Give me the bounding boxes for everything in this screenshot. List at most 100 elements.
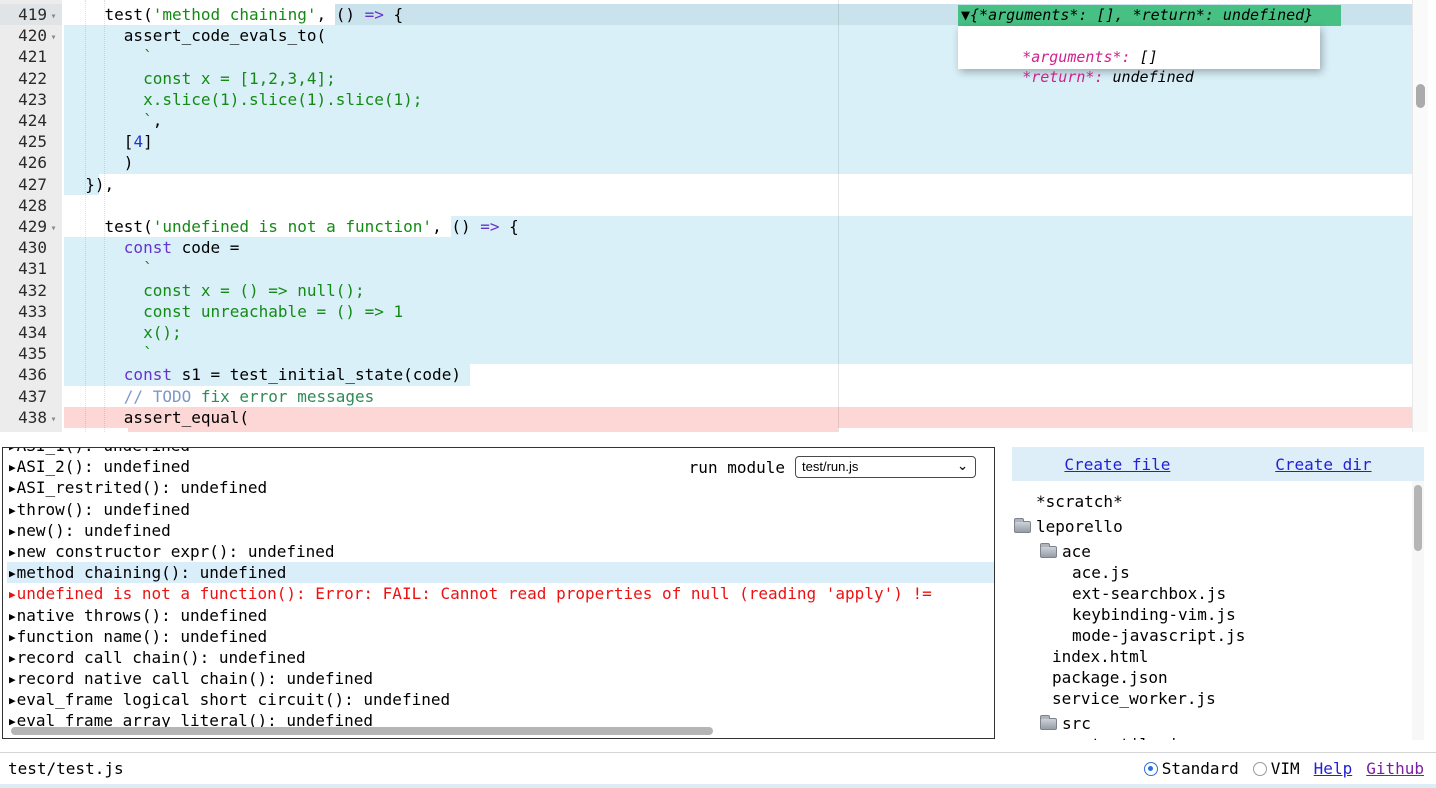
console-log-entry[interactable]: ▶throw(): undefined xyxy=(7,499,994,520)
expand-arrow-icon[interactable]: ▶ xyxy=(9,652,16,665)
status-bar: test/test.js Standard VIM Help Github xyxy=(0,752,1436,784)
editor-scrollbar-thumb[interactable] xyxy=(1416,84,1425,108)
gutter-line-number: 433 xyxy=(0,301,62,322)
code-line[interactable]: const code = xyxy=(0,237,1412,258)
tree-folder-item[interactable]: leporello xyxy=(1012,516,1424,537)
console-hscrollbar-thumb[interactable] xyxy=(11,727,713,735)
keybinding-vim-option[interactable]: VIM xyxy=(1253,759,1300,778)
code-token: 'method chaining' xyxy=(153,5,317,24)
code-line[interactable]: `, xyxy=(0,110,1412,131)
expand-arrow-icon[interactable]: ▶ xyxy=(9,546,16,559)
gutter-line-number[interactable]: 429▾ xyxy=(0,216,62,237)
console-log-entry[interactable]: ▶new constructor expr(): undefined xyxy=(7,541,994,562)
code-token: const xyxy=(124,238,172,257)
code-line[interactable]: test('undefined is not a function', () =… xyxy=(0,216,1412,237)
keybinding-standard-option[interactable]: Standard xyxy=(1144,759,1239,778)
code-line-text: assert_equal( xyxy=(66,407,249,428)
code-line[interactable]: x.slice(1).slice(1).slice(1); xyxy=(0,89,1412,110)
expand-arrow-icon[interactable]: ▶ xyxy=(9,461,16,474)
expand-arrow-icon[interactable]: ▶ xyxy=(9,694,16,707)
execution-highlight xyxy=(64,322,1412,343)
console-log-entry[interactable]: ▶new(): undefined xyxy=(7,520,994,541)
console-log-entry[interactable]: ▶ASI_restrited(): undefined xyxy=(7,477,994,498)
console-log-entry[interactable]: ▶eval_frame logical short circuit(): und… xyxy=(7,689,994,710)
code-token: assert_equal( xyxy=(66,408,249,427)
gutter-line-number: 431 xyxy=(0,258,62,279)
code-token: assert_code_evals_to( xyxy=(66,26,326,45)
code-line[interactable]: }), xyxy=(0,174,1412,195)
code-line-text: ) xyxy=(66,152,133,173)
code-line[interactable]: const x = () => null(); xyxy=(0,280,1412,301)
code-line[interactable]: ` xyxy=(0,258,1412,279)
code-line[interactable]: assert_calltree(s1) xyxy=(0,428,1412,432)
file-tree-scrollbar-thumb[interactable] xyxy=(1414,485,1422,551)
editor-scrollbar xyxy=(1412,0,1428,432)
expand-arrow-icon[interactable]: ▶ xyxy=(9,482,16,495)
gutter-line-number: 430 xyxy=(0,237,62,258)
code-line[interactable]: ) xyxy=(0,152,1412,173)
help-link[interactable]: Help xyxy=(1314,759,1353,778)
code-line[interactable]: const x = [1,2,3,4]; xyxy=(0,68,1412,89)
execution-highlight xyxy=(64,237,1412,258)
radio-unselected-icon[interactable] xyxy=(1253,762,1267,776)
create-file-button[interactable]: Create file xyxy=(1064,455,1170,474)
code-line[interactable]: x(); xyxy=(0,322,1412,343)
gutter-line-number[interactable]: 438▾ xyxy=(0,407,62,428)
code-token: ` xyxy=(66,47,153,66)
tree-file-item[interactable]: ast_utils.js xyxy=(1012,734,1424,740)
console-log-entry[interactable]: ▶undefined is not a function(): Error: F… xyxy=(7,583,994,604)
code-line[interactable]: [4] xyxy=(0,131,1412,152)
run-module-select[interactable]: test/run.js ⌄ xyxy=(795,456,976,478)
create-dir-button[interactable]: Create dir xyxy=(1275,455,1371,474)
expand-arrow-icon[interactable]: ▶ xyxy=(9,610,16,623)
execution-highlight xyxy=(64,131,1412,152)
console-log-entry[interactable]: ▶function name(): undefined xyxy=(7,626,994,647)
expand-arrow-icon[interactable]: ▶ xyxy=(9,588,16,601)
tree-file-item[interactable]: mode-javascript.js xyxy=(1012,625,1424,646)
gutter-line-number[interactable]: 419▾ xyxy=(0,4,62,25)
code-token: , () xyxy=(432,217,480,236)
expand-arrow-icon[interactable]: ▶ xyxy=(9,631,16,644)
file-tree: *scratch* leporello aceace.jsext-searchbox… xyxy=(1012,481,1424,740)
inspector-header[interactable]: ▼{*arguments*: [], *return*: undefined} xyxy=(958,5,1341,26)
tree-file-item[interactable]: *scratch* xyxy=(1012,491,1424,512)
code-token: // TODO xyxy=(66,387,191,406)
expand-arrow-icon[interactable]: ▶ xyxy=(9,525,16,538)
code-line-text: const x = [1,2,3,4]; xyxy=(66,68,336,89)
inspector-row[interactable]: *arguments*:[] xyxy=(958,27,1320,47)
console-log-entry[interactable]: ▶ASI_1(): undefined xyxy=(7,447,994,456)
code-line[interactable]: const unreachable = () => 1 xyxy=(0,301,1412,322)
code-line[interactable] xyxy=(0,195,1412,216)
expand-arrow-icon[interactable]: ▶ xyxy=(9,504,16,517)
tree-file-item[interactable]: index.html xyxy=(1012,646,1424,667)
tree-file-item[interactable]: keybinding-vim.js xyxy=(1012,604,1424,625)
tree-file-item[interactable]: ext-searchbox.js xyxy=(1012,583,1424,604)
code-token: const x = () => null(); xyxy=(66,281,365,300)
expand-arrow-icon[interactable]: ▶ xyxy=(9,673,16,686)
code-line[interactable]: assert_equal( xyxy=(0,407,1412,428)
radio-selected-icon[interactable] xyxy=(1144,762,1158,776)
code-line[interactable]: // TODO fix error messages xyxy=(0,386,1412,407)
code-line-text: assert_calltree(s1) xyxy=(66,428,326,432)
console-log-entry[interactable]: ▶record call chain(): undefined xyxy=(7,647,994,668)
expand-arrow-icon[interactable]: ▶ xyxy=(9,447,16,453)
tree-folder-item[interactable]: ace xyxy=(1012,541,1424,562)
gutter-line-number: 436 xyxy=(0,364,62,385)
folder-icon xyxy=(1040,546,1057,558)
github-link[interactable]: Github xyxy=(1366,759,1424,778)
tree-folder-item[interactable]: src xyxy=(1012,713,1424,734)
gutter-line-number[interactable]: 420▾ xyxy=(0,25,62,46)
code-token: ` xyxy=(66,344,153,363)
execution-highlight xyxy=(64,343,1412,364)
tree-file-item[interactable]: service_worker.js xyxy=(1012,688,1424,709)
tree-file-item[interactable]: package.json xyxy=(1012,667,1424,688)
run-module-label: run module xyxy=(689,458,785,477)
code-line[interactable]: ` xyxy=(0,343,1412,364)
code-line[interactable]: const s1 = test_initial_state(code) xyxy=(0,364,1412,385)
tree-item-label: leporello xyxy=(1036,517,1123,536)
expand-arrow-icon[interactable]: ▶ xyxy=(9,567,16,580)
tree-file-item[interactable]: ace.js xyxy=(1012,562,1424,583)
console-log-entry[interactable]: ▶native throws(): undefined xyxy=(7,605,994,626)
console-log-entry[interactable]: ▶record native call chain(): undefined xyxy=(7,668,994,689)
console-log-entry[interactable]: ▶method chaining(): undefined xyxy=(7,562,994,583)
